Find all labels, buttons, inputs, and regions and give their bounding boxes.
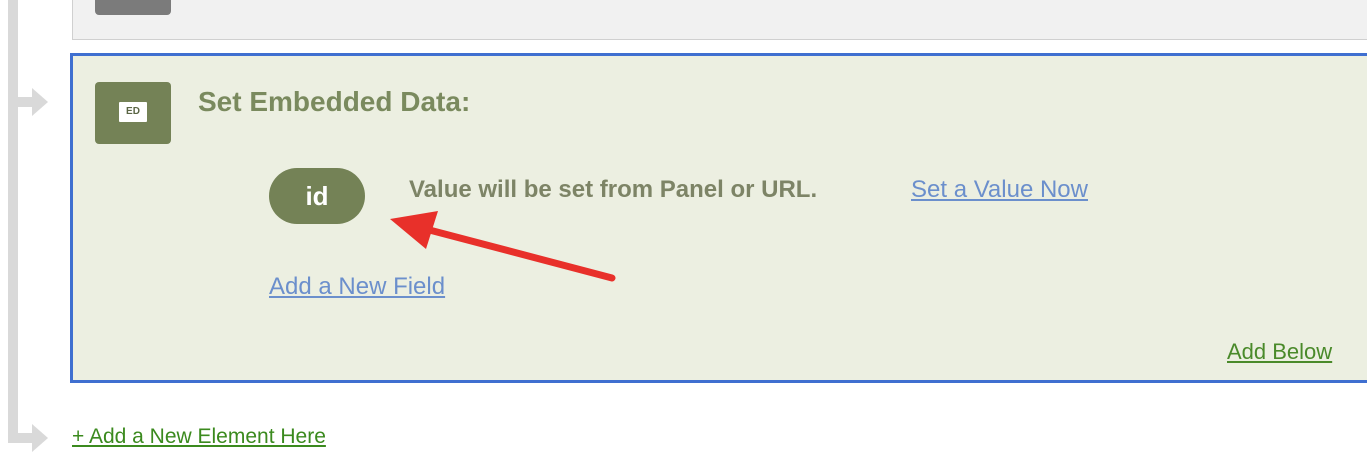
embedded-data-title: Set Embedded Data:	[198, 86, 471, 117]
embedded-field-name-pill[interactable]: id	[269, 168, 365, 224]
embedded-data-badge-label: ED	[119, 102, 147, 122]
embedded-field-description: Value will be set from Panel or URL.	[409, 176, 818, 203]
set-value-now-link[interactable]: Set a Value Now	[911, 176, 1088, 204]
red-arrow-annotation	[390, 211, 616, 282]
previous-element-tab	[95, 0, 171, 15]
add-new-element-link[interactable]: + Add a New Element Here	[72, 425, 326, 449]
flow-arrow-icon	[8, 88, 48, 116]
survey-flow-canvas: ED Set Embedded Data: id Value will be s…	[0, 0, 1367, 468]
flow-connector-line	[8, 0, 18, 440]
embedded-data-badge: ED	[95, 82, 171, 144]
flow-arrow-icon	[8, 424, 48, 452]
previous-element-block[interactable]	[72, 0, 1367, 40]
add-below-link[interactable]: Add Below	[1227, 339, 1332, 365]
embedded-data-panel[interactable]: ED Set Embedded Data: id Value will be s…	[70, 53, 1367, 383]
